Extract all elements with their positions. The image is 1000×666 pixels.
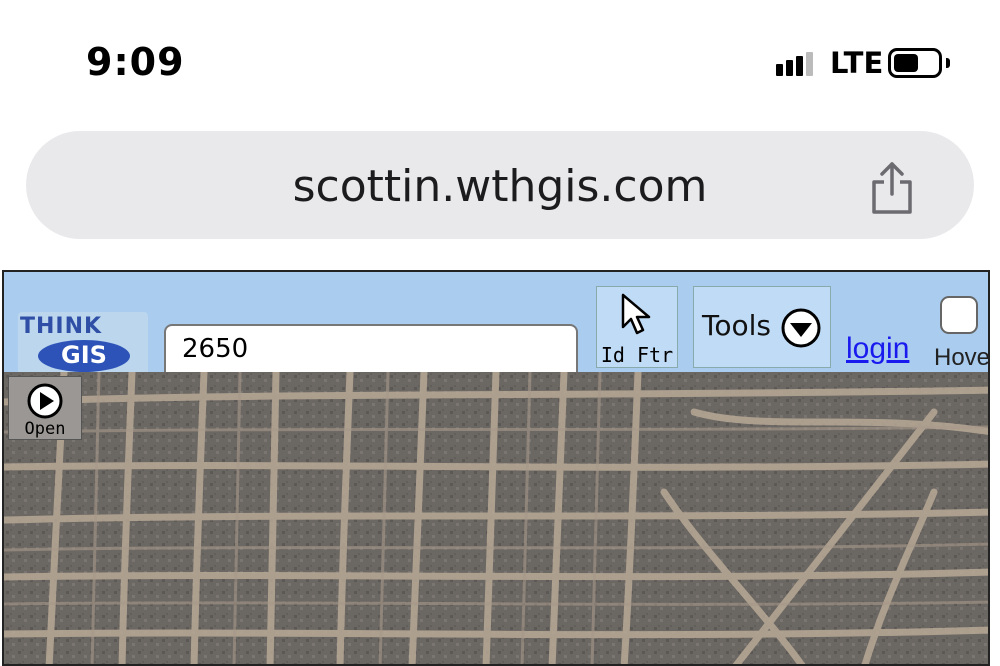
logo-text-gis: GIS (61, 341, 107, 369)
tools-dropdown-button[interactable]: Tools (693, 286, 831, 368)
hover-label: Hove (934, 344, 990, 371)
identify-feature-label: Id Ftr (600, 343, 674, 367)
share-icon[interactable] (866, 160, 918, 216)
address-bar[interactable]: scottin.wthgis.com (26, 131, 974, 239)
thinkgis-logo[interactable]: THINK GIS (18, 312, 148, 372)
battery-tip (946, 58, 950, 68)
identify-feature-button[interactable]: Id Ftr (596, 286, 678, 368)
hover-checkbox[interactable] (940, 296, 978, 334)
aerial-map[interactable] (4, 372, 988, 664)
logo-globe: GIS (38, 340, 130, 372)
open-panel-button[interactable]: Open (8, 376, 82, 440)
battery-icon (888, 48, 942, 78)
tools-label: Tools (702, 309, 771, 342)
network-label: LTE (830, 46, 884, 80)
gis-toolbar: THINK GIS 2650 Id Ftr Tools login Hove (4, 272, 990, 380)
signal-icon (776, 52, 820, 80)
play-icon (27, 383, 63, 419)
cursor-arrow-icon (621, 293, 651, 335)
aerial-map-roads (4, 372, 988, 664)
web-page: THINK GIS 2650 Id Ftr Tools login Hove O… (2, 270, 990, 666)
login-link[interactable]: login (846, 332, 909, 366)
open-label: Open (24, 419, 66, 439)
logo-text-think: THINK (20, 314, 103, 339)
url-text[interactable]: scottin.wthgis.com (26, 161, 974, 212)
chevron-down-circle-icon (781, 308, 821, 348)
status-time: 9:09 (86, 40, 185, 84)
